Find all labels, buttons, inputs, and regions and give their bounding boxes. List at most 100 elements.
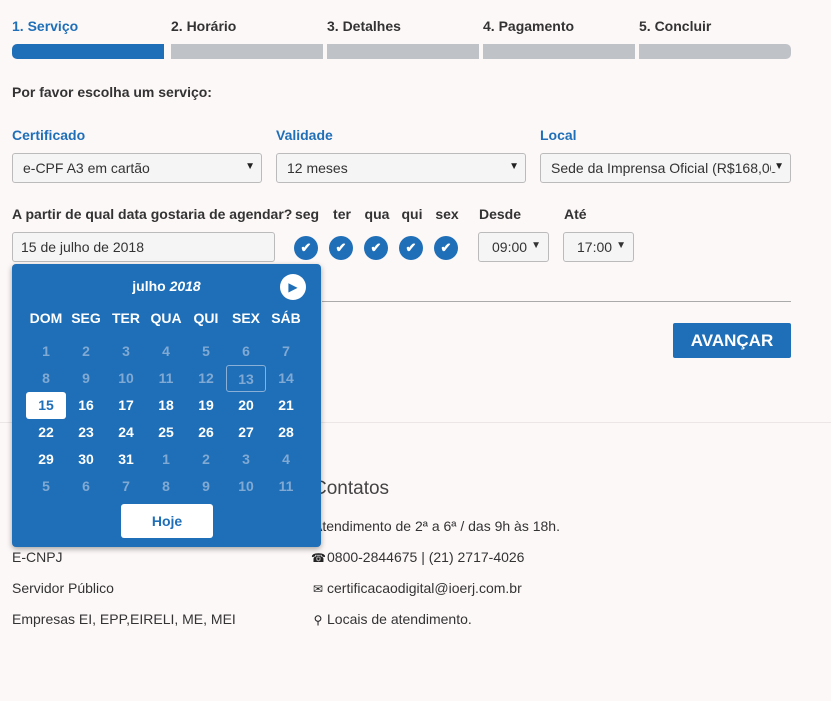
- weekday-check-icon[interactable]: ✔: [294, 236, 318, 260]
- day-header: TER: [112, 310, 140, 326]
- calendar-day[interactable]: 28: [266, 419, 306, 446]
- time-from-value: 09:00: [492, 239, 528, 255]
- locations-line[interactable]: ⚲ Locais de atendimento.: [311, 611, 472, 627]
- step-bar: [639, 44, 791, 59]
- step-horario[interactable]: 2. Horário: [171, 18, 325, 59]
- time-from-label: Desde: [479, 206, 522, 222]
- time-to-select[interactable]: 17:00 ▼: [563, 232, 634, 262]
- weekday-check-icon[interactable]: ✔: [329, 236, 353, 260]
- date-input[interactable]: 15 de julho de 2018: [12, 232, 275, 262]
- step-concluir[interactable]: 5. Concluir: [639, 18, 793, 59]
- calendar-day[interactable]: 26: [186, 419, 226, 446]
- calendar-day[interactable]: 16: [66, 392, 106, 419]
- calendar-day[interactable]: 27: [226, 419, 266, 446]
- caret-down-icon: ▼: [771, 161, 784, 172]
- next-month-icon[interactable]: ▶: [280, 274, 306, 300]
- step-label: 5. Concluir: [639, 18, 712, 34]
- calendar-day[interactable]: 21: [266, 392, 306, 419]
- calendar-days: 1 2 3 4 5 6 7 8 9 10 11 12 13 14 15 16 17 18 19 20 21 22 23 24 2…: [26, 338, 307, 500]
- calendar-day[interactable]: 29: [26, 446, 66, 473]
- calendar-day[interactable]: 25: [146, 419, 186, 446]
- calendar-grid: DOM SEG TER QUA QUI SEX SÁB 1 2 3 4 5 6 7 8 9 10 1…: [26, 310, 307, 500]
- calendar-day: 11: [158, 370, 174, 386]
- time-to-value: 17:00: [577, 239, 613, 255]
- footer-link-ecnpj[interactable]: E-CNPJ: [12, 549, 63, 565]
- calendar-year: 2018: [169, 278, 201, 294]
- service-prompt: Por favor escolha um serviço:: [12, 84, 212, 100]
- locations-text[interactable]: Locais de atendimento.: [327, 611, 472, 627]
- advance-button[interactable]: AVANÇAR: [673, 323, 791, 358]
- local-label: Local: [540, 127, 577, 143]
- calendar-day[interactable]: 30: [66, 446, 106, 473]
- day-header: QUI: [193, 310, 219, 326]
- calendar-day: 8: [42, 370, 50, 386]
- calendar-day: 9: [202, 478, 210, 494]
- weekday-check-icon[interactable]: ✔: [364, 236, 388, 260]
- day-header: DOM: [29, 310, 63, 326]
- calendar-day: 4: [282, 451, 290, 467]
- weekday-label: sex: [435, 206, 459, 222]
- map-marker-icon: ⚲: [313, 613, 323, 627]
- calendar-day[interactable]: 20: [226, 392, 266, 419]
- calendar-day: 8: [162, 478, 170, 494]
- email-line[interactable]: ✉ certificacaodigital@ioerj.com.br: [311, 580, 522, 596]
- caret-down-icon: ▼: [616, 240, 626, 251]
- day-header: SÁB: [271, 310, 301, 326]
- weekday-check-icon[interactable]: ✔: [434, 236, 458, 260]
- envelope-icon: ✉: [312, 582, 324, 596]
- calendar-day[interactable]: 17: [106, 392, 146, 419]
- calendar-day: 7: [122, 478, 130, 494]
- footer-link-empresas[interactable]: Empresas EI, EPP,EIRELI, ME, MEI: [12, 611, 236, 627]
- step-bar: [12, 44, 164, 59]
- weekday-label: qui: [401, 206, 423, 222]
- certificado-select[interactable]: e-CPF A3 em cartão ▼: [12, 153, 262, 183]
- calendar-day: 2: [202, 451, 210, 467]
- calendar-day[interactable]: 24: [106, 419, 146, 446]
- calendar-week: 29 30 31 1 2 3 4: [26, 446, 307, 473]
- today-button[interactable]: Hoje: [121, 504, 213, 538]
- step-detalhes[interactable]: 3. Detalhes: [327, 18, 481, 59]
- calendar-day: 10: [238, 478, 254, 494]
- calendar-week: 5 6 7 8 9 10 11: [26, 473, 307, 500]
- time-to-label: Até: [564, 206, 587, 222]
- hours-text: Atendimento de 2ª a 6ª / das 9h às 18h.: [313, 518, 560, 534]
- calendar-day-headers: DOM SEG TER QUA QUI SEX SÁB: [26, 310, 307, 330]
- step-bar: [483, 44, 635, 59]
- step-pagamento[interactable]: 4. Pagamento: [483, 18, 637, 59]
- calendar-day[interactable]: 31: [106, 446, 146, 473]
- calendar-day[interactable]: 18: [146, 392, 186, 419]
- calendar-day[interactable]: 23: [66, 419, 106, 446]
- contatos-title: Contatos: [313, 478, 390, 499]
- calendar-week: 15 16 17 18 19 20 21: [26, 392, 307, 419]
- email-text[interactable]: certificacaodigital@ioerj.com.br: [327, 580, 522, 596]
- caret-down-icon: ▼: [531, 240, 541, 251]
- weekday-check-icon[interactable]: ✔: [399, 236, 423, 260]
- calendar-day: 2: [82, 343, 90, 359]
- calendar-day[interactable]: 22: [26, 419, 66, 446]
- phone-icon: ☎: [311, 551, 326, 565]
- phone-text: 0800-2844675 | (21) 2717-4026: [327, 549, 525, 565]
- step-bar: [171, 44, 323, 59]
- certificado-value: e-CPF A3 em cartão: [23, 160, 150, 176]
- local-select[interactable]: Sede da Imprensa Oficial (R$168,00 ▼: [540, 153, 791, 183]
- calendar-day[interactable]: 15: [26, 392, 66, 419]
- calendar-day: 11: [278, 478, 294, 494]
- day-header: SEX: [231, 310, 260, 326]
- calendar-popup: julho 2018 ▶ DOM SEG TER QUA QUI SEX SÁB…: [12, 264, 321, 547]
- footer-link-servidor[interactable]: Servidor Público: [12, 580, 114, 596]
- calendar-day: 4: [162, 343, 170, 359]
- day-header: QUA: [150, 310, 182, 326]
- step-servico[interactable]: 1. Serviço: [12, 18, 166, 59]
- calendar-day: 12: [198, 370, 214, 386]
- divider: [322, 301, 791, 302]
- calendar-day[interactable]: 19: [186, 392, 226, 419]
- step-label: 2. Horário: [171, 18, 237, 34]
- calendar-day: 1: [42, 343, 50, 359]
- validade-select[interactable]: 12 meses ▼: [276, 153, 526, 183]
- calendar-day: 13: [226, 365, 266, 392]
- time-from-select[interactable]: 09:00 ▼: [478, 232, 549, 262]
- calendar-day: 1: [162, 451, 170, 467]
- calendar-day: 14: [278, 370, 294, 386]
- local-value: Sede da Imprensa Oficial (R$168,00: [551, 160, 778, 176]
- calendar-week: 1 2 3 4 5 6 7: [26, 338, 307, 365]
